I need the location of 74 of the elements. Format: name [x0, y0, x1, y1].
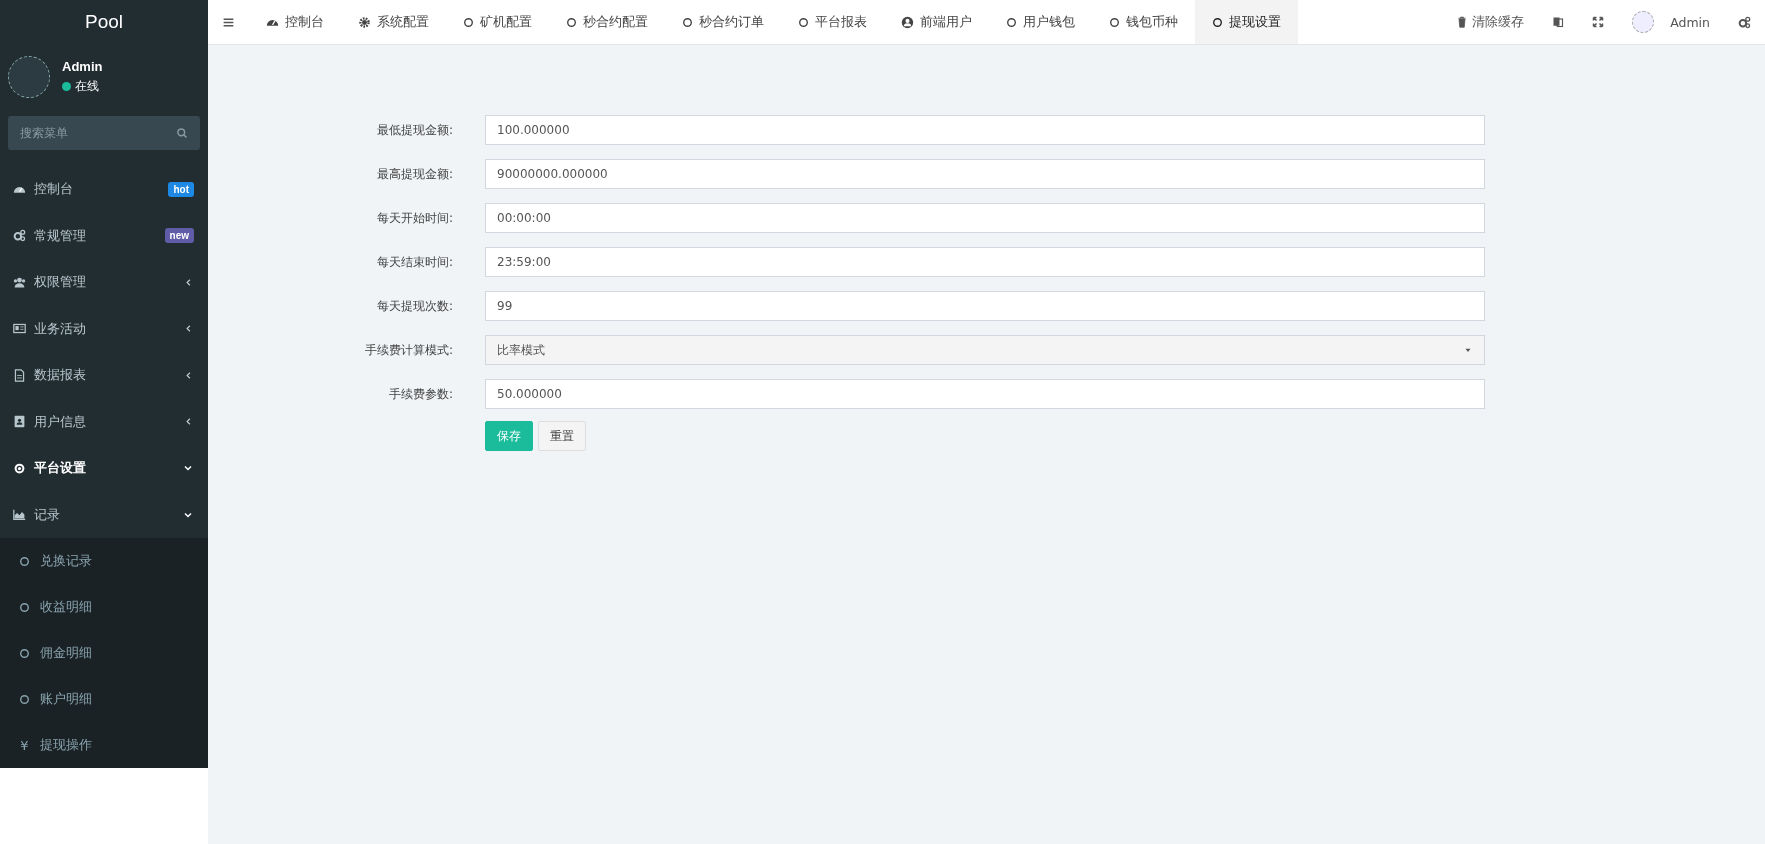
nav-tab[interactable]: 平台报表 [781, 0, 884, 44]
avatar [8, 56, 50, 98]
user-circle-icon [901, 15, 914, 29]
gears-icon [13, 229, 26, 243]
status-dot [62, 82, 71, 91]
circle-icon [19, 601, 30, 613]
menu-icon [222, 15, 235, 29]
fullscreen-icon [1592, 16, 1605, 28]
trash-icon [1456, 16, 1469, 28]
circle-icon [19, 555, 30, 567]
field-label: 最低提现金额: [375, 121, 453, 139]
yen-sign: ¥ [19, 737, 30, 753]
circle-icon [19, 647, 30, 659]
target-icon [13, 461, 26, 475]
user-menu[interactable]: Admin [1618, 0, 1724, 44]
document-icon [13, 368, 26, 382]
nav-tab[interactable]: 控制台 [249, 0, 341, 44]
menu-item[interactable]: 用户信息 [0, 398, 208, 445]
search-field[interactable]: 搜索菜单 [8, 116, 200, 150]
user-name: Admin [62, 59, 103, 74]
menu-item[interactable]: 控制台 hot [0, 166, 208, 213]
gear-icon [358, 15, 371, 29]
menu-item[interactable]: 权限管理 [0, 259, 208, 306]
users-icon [13, 275, 26, 289]
submenu-item[interactable]: 收益明细 [0, 584, 208, 630]
nav-tab[interactable]: 用户钱包 [989, 0, 1092, 44]
translate-icon [1552, 16, 1565, 28]
circle-icon [682, 16, 693, 28]
field-label: 每天结束时间: [375, 253, 453, 271]
input-field[interactable]: 90000000.000000 [485, 159, 1485, 189]
nav-tab[interactable]: 矿机配置 [446, 0, 549, 44]
circle-icon [1006, 16, 1017, 28]
circle-icon [566, 16, 577, 28]
area-chart-icon [13, 508, 26, 522]
field-label: 手续费参数: [387, 385, 453, 403]
clear-cache-button[interactable]: 清除缓存 [1442, 0, 1539, 44]
nav-tab[interactable]: 秒合约配置 [549, 0, 665, 44]
menu-item[interactable]: 记录 [0, 491, 208, 538]
menu-item[interactable]: 平台设置 [0, 445, 208, 492]
input-field[interactable]: 23:59:00 [485, 247, 1485, 277]
submenu-item[interactable]: 佣金明细 [0, 630, 208, 676]
input-field[interactable]: 00:00:00 [485, 203, 1485, 233]
nav-tab[interactable]: 前端用户 [884, 0, 989, 44]
menu-item[interactable]: 数据报表 [0, 352, 208, 399]
submenu-item[interactable]: ¥ 提现操作 [0, 722, 208, 768]
contact-book-icon [13, 415, 26, 429]
circle-icon [1212, 16, 1223, 28]
nav-tab[interactable]: 提现设置 [1195, 0, 1298, 44]
circle-icon [19, 693, 30, 705]
field-label: 每天提现次数: [375, 297, 453, 315]
status-text: 在线 [75, 78, 99, 95]
input-field[interactable]: 99 [485, 291, 1485, 321]
nav-tab[interactable]: 钱包币种 [1092, 0, 1195, 44]
circle-icon [798, 16, 809, 28]
field-label: 手续费计算模式: [363, 341, 453, 359]
select-field[interactable]: 比率模式 [485, 335, 1485, 365]
circle-icon [463, 16, 474, 28]
circle-icon [1109, 16, 1120, 28]
nav-tab[interactable]: 秒合约订单 [665, 0, 781, 44]
nav-tab[interactable]: 系统配置 [341, 0, 446, 44]
menu-item[interactable]: 常规管理 new [0, 212, 208, 259]
input-field[interactable]: 100.000000 [485, 115, 1485, 145]
gears-icon [1738, 15, 1751, 29]
submenu-item[interactable]: 兑换记录 [0, 538, 208, 584]
field-label: 每天开始时间: [375, 209, 453, 227]
submenu-item[interactable]: 账户明细 [0, 676, 208, 722]
menu-badge: hot [168, 181, 194, 197]
id-card-icon [13, 322, 26, 336]
field-label: 最高提现金额: [375, 165, 453, 183]
search-icon [176, 127, 188, 139]
menu-item[interactable]: 业务活动 [0, 305, 208, 352]
menu-badge: new [164, 228, 194, 244]
reset-button[interactable]: 重置 [538, 421, 586, 451]
input-field[interactable]: 50.000000 [485, 379, 1485, 409]
